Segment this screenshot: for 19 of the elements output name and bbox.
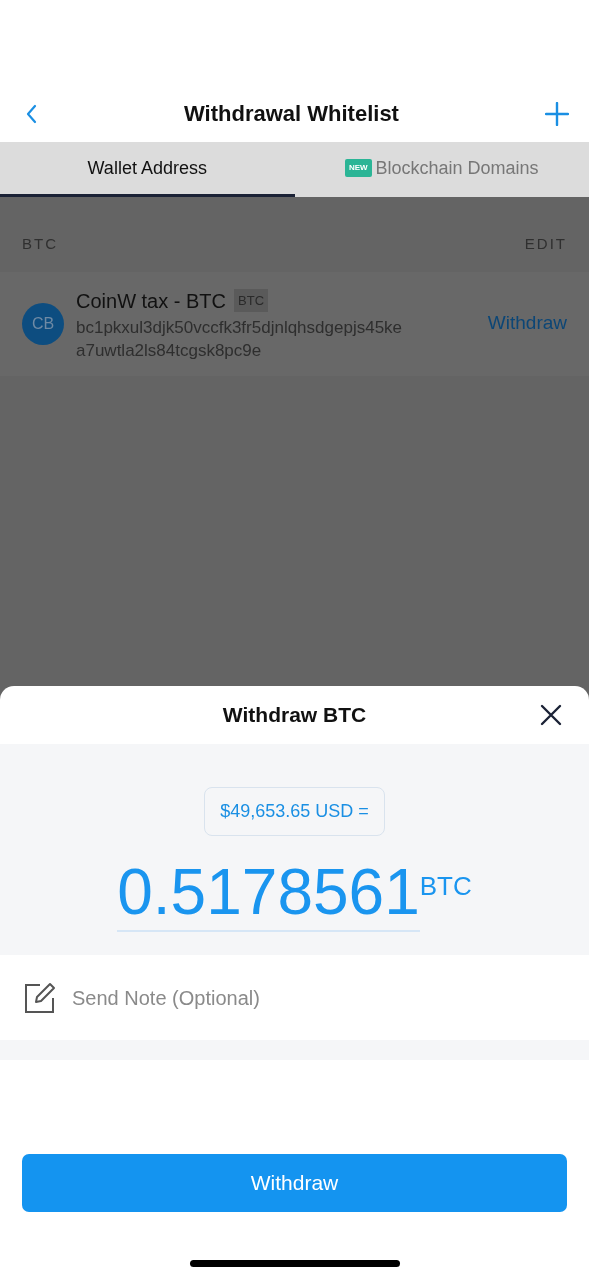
- back-icon[interactable]: [24, 102, 38, 125]
- page-title: Withdrawal Whitelist: [184, 100, 399, 128]
- tab-label: Wallet Address: [87, 156, 207, 180]
- fiat-value: $49,653.65 USD =: [204, 787, 385, 836]
- add-icon[interactable]: [545, 101, 569, 126]
- avatar: CB: [22, 302, 64, 345]
- tab-label: Blockchain Domains: [375, 156, 539, 180]
- edit-note-icon: [24, 981, 56, 1014]
- close-icon[interactable]: [540, 704, 562, 726]
- note-field[interactable]: Send Note (Optional): [72, 982, 565, 1013]
- withdraw-button[interactable]: Withdraw: [22, 1154, 567, 1212]
- address-name: CoinW tax - BTC: [76, 288, 227, 314]
- unit-label: BTC: [419, 870, 472, 903]
- new-badge: NEW: [344, 159, 372, 177]
- wallet-address: bc1pkxul3djk50vccfk3fr5djnlqhsdgepjs45ke a7uwtla2ls84tcgsk8pc9e: [76, 316, 404, 362]
- tab[interactable]: NEW Blockchain Domains: [294, 142, 589, 197]
- amount-field[interactable]: 0.5178561: [117, 856, 420, 932]
- sheet-title: Withdraw BTC: [222, 702, 367, 729]
- withdraw-link[interactable]: Withdraw: [487, 309, 567, 338]
